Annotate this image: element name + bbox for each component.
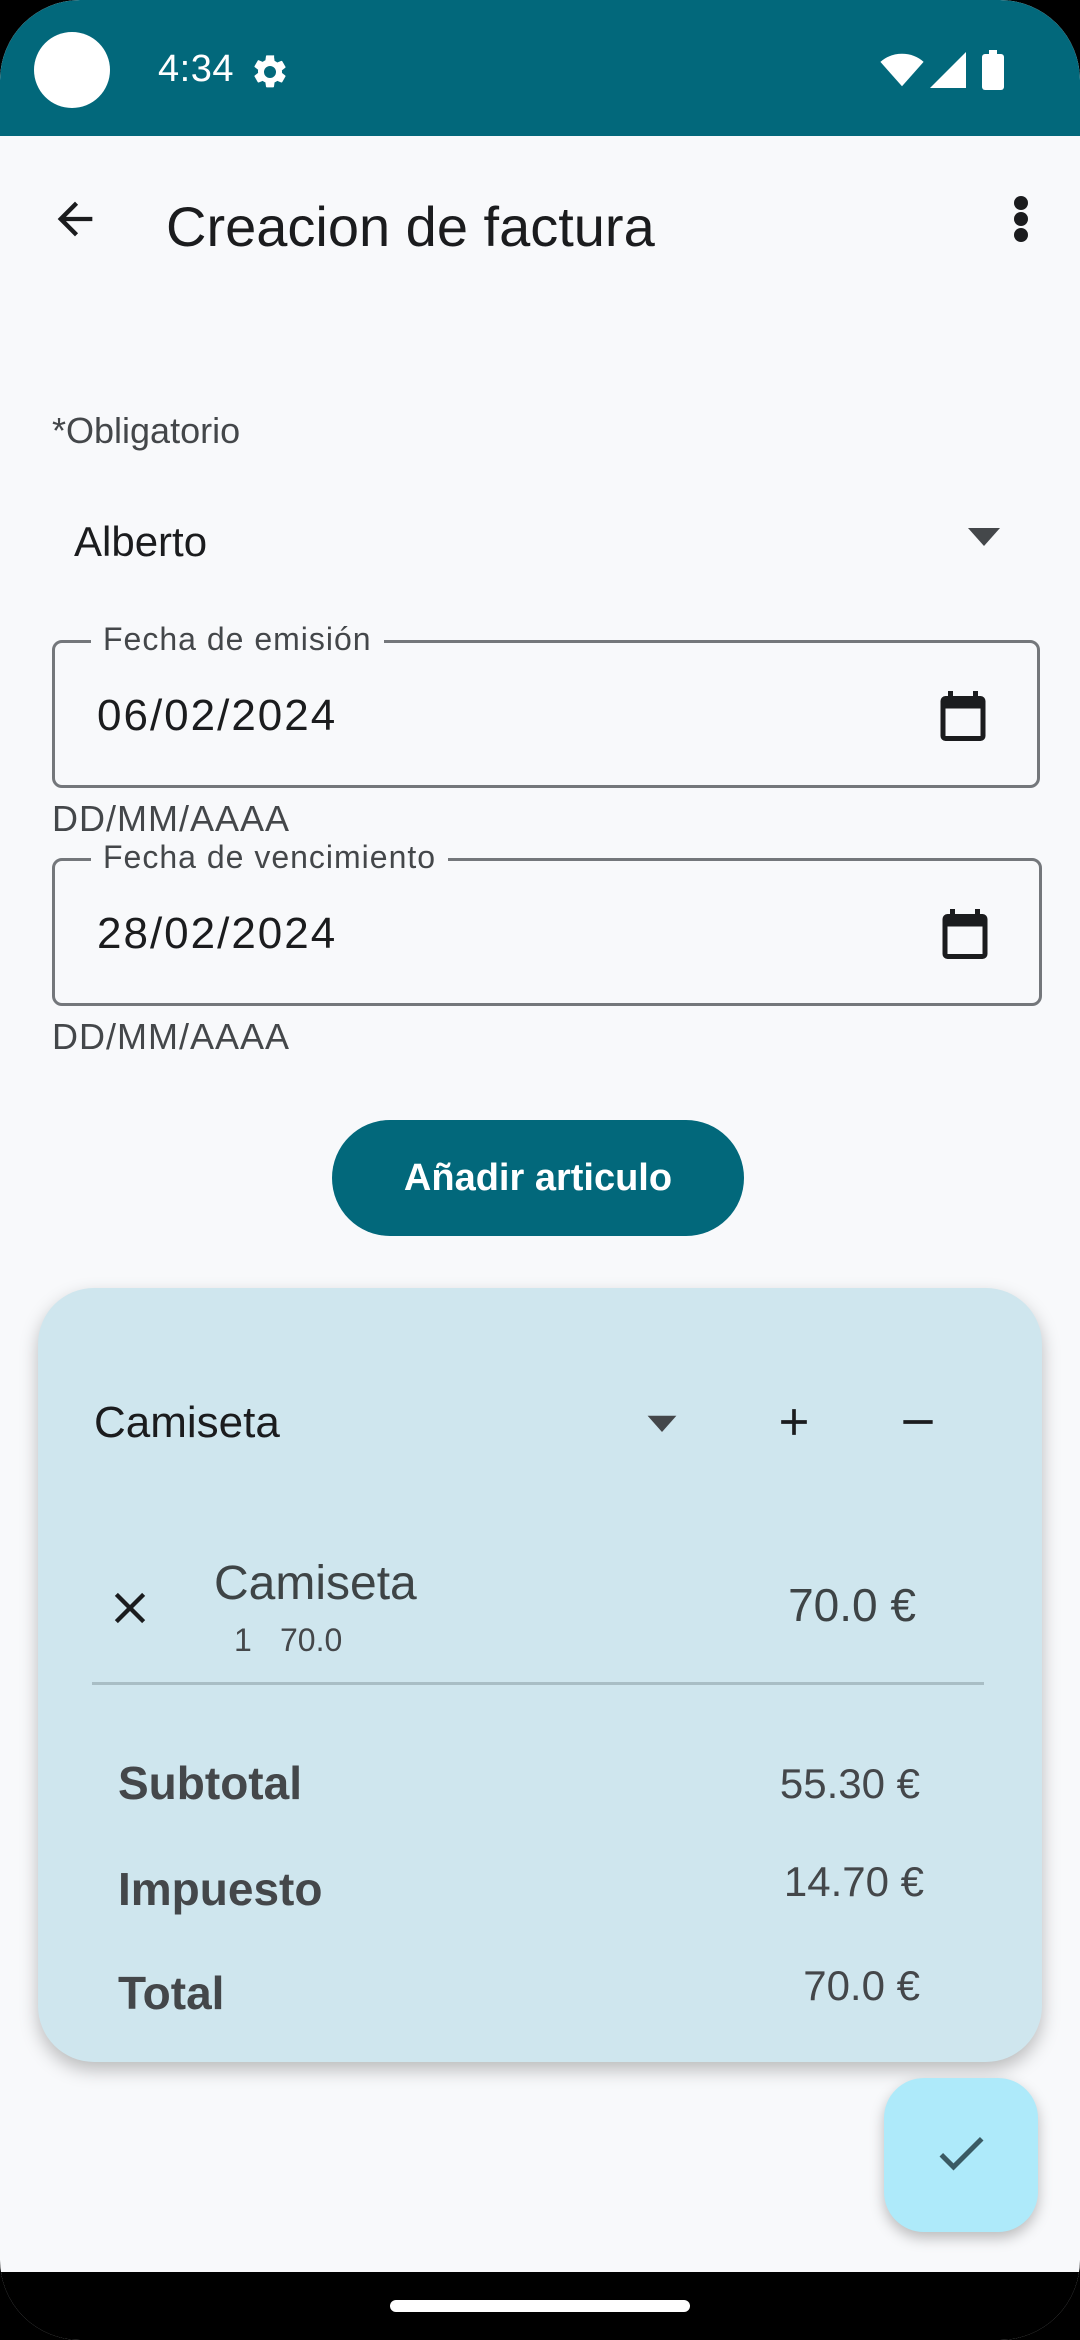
divider [92,1682,984,1685]
tax-label: Impuesto [118,1863,323,1915]
issue-date-value: 06/02/2024 [97,691,338,740]
minus-icon [896,1400,940,1449]
subtotal-label: Subtotal [118,1757,302,1809]
camera-cutout [34,32,110,108]
required-label: *Obligatorio [52,410,241,451]
issue-date-hint: DD/MM/AAAA [52,798,291,839]
back-arrow-icon [49,193,101,250]
plus-icon [772,1400,816,1449]
more-vert-icon [1013,195,1029,248]
check-icon [931,2123,991,2188]
due-date-hint: DD/MM/AAAA [52,1016,291,1057]
client-dropdown[interactable]: Alberto [52,496,1012,586]
status-time: 4:34 [158,48,234,90]
client-dropdown-value: Alberto [74,518,208,565]
decrease-quantity-button[interactable] [878,1384,958,1464]
tax-value: 14.70 € [783,1858,924,1905]
confirm-invoice-button[interactable] [884,2078,1038,2232]
total-value: 70.0 € [803,1962,920,2009]
line-item-unit-price: 70.0 [280,1622,343,1658]
issue-date-label: Fecha de emisión [91,621,384,658]
issue-date-field[interactable]: Fecha de emisión 06/02/2024 [52,621,1040,788]
calendar-icon[interactable] [933,685,993,752]
gear-icon [250,52,290,97]
back-button[interactable] [40,186,110,256]
home-indicator[interactable] [390,2300,690,2312]
page-title: Creacion de factura [166,195,655,258]
remove-line-button[interactable] [90,1570,170,1650]
add-item-button[interactable]: Añadir articulo [332,1120,744,1236]
invoice-items-card: Camiseta Camiseta 1 70.0 70.0 € Subtotal… [38,1288,1042,2062]
increase-quantity-button[interactable] [754,1384,834,1464]
more-options-button[interactable] [996,186,1046,256]
close-icon [104,1582,156,1639]
line-item-quantity: 1 [234,1622,252,1658]
calendar-icon[interactable] [935,903,995,970]
article-dropdown-value[interactable]: Camiseta [94,1398,280,1448]
battery-icon [982,50,1004,95]
status-bar: 4:34 [0,0,1080,136]
dropdown-caret-icon[interactable] [644,1412,680,1439]
line-item-total: 70.0 € [788,1579,916,1631]
subtotal-value: 55.30 € [779,1760,920,1807]
total-label: Total [118,1967,225,2019]
due-date-field[interactable]: Fecha de vencimiento 28/02/2024 [52,839,1042,1006]
signal-icon [930,52,966,93]
due-date-label: Fecha de vencimiento [91,839,449,876]
due-date-value: 28/02/2024 [97,909,338,958]
line-item-name: Camiseta [214,1557,417,1610]
screen: 4:34 Creacion de factura *Obligatorio Al… [0,0,1080,2340]
wifi-icon [880,52,924,93]
dropdown-caret-icon [964,524,1004,553]
